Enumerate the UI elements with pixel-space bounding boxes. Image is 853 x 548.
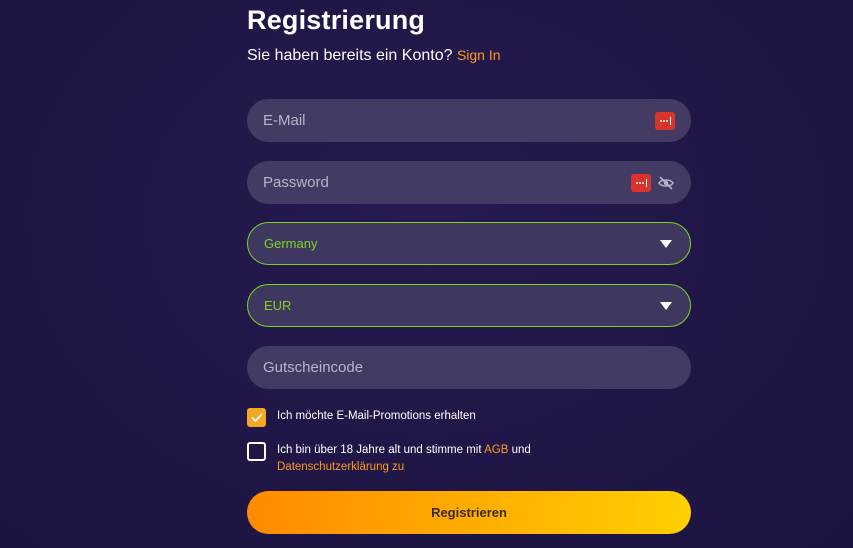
- promotions-label: Ich möchte E-Mail-Promotions erhalten: [277, 410, 476, 422]
- page-title: Registrierung: [247, 5, 426, 35]
- email-field[interactable]: E-Mail: [247, 99, 691, 142]
- country-select[interactable]: Germany: [247, 222, 691, 265]
- currency-value: EUR: [264, 298, 292, 313]
- signin-link[interactable]: Sign In: [457, 47, 501, 63]
- signin-prompt-text: Sie haben bereits ein Konto?: [247, 47, 453, 64]
- signin-prompt: Sie haben bereits ein Konto? Sign In: [247, 47, 501, 65]
- checkmark-icon: [251, 413, 262, 422]
- agb-link[interactable]: AGB: [484, 444, 508, 456]
- password-field[interactable]: Password: [247, 161, 691, 204]
- promotions-checkbox[interactable]: [247, 408, 266, 427]
- terms-label-and: und: [511, 444, 531, 456]
- privacy-link[interactable]: Datenschutzerklärung zu: [277, 461, 404, 473]
- terms-label-text: Ich bin über 18 Jahre alt und stimme mit: [277, 444, 482, 456]
- promo-code-placeholder: Gutscheincode: [263, 359, 364, 376]
- eye-slash-icon[interactable]: [657, 174, 675, 192]
- password-placeholder: Password: [263, 174, 329, 191]
- terms-label: Ich bin über 18 Jahre alt und stimme mit…: [277, 442, 531, 476]
- password-manager-icon[interactable]: [631, 173, 651, 192]
- country-value: Germany: [264, 236, 318, 251]
- password-manager-icon[interactable]: [655, 111, 675, 130]
- promo-code-field[interactable]: Gutscheincode: [247, 346, 691, 389]
- register-button[interactable]: Registrieren: [247, 491, 691, 534]
- terms-checkbox[interactable]: [247, 442, 266, 461]
- caret-down-icon: [660, 239, 672, 248]
- email-placeholder: E-Mail: [263, 112, 306, 129]
- currency-select[interactable]: EUR: [247, 284, 691, 327]
- caret-down-icon: [660, 301, 672, 310]
